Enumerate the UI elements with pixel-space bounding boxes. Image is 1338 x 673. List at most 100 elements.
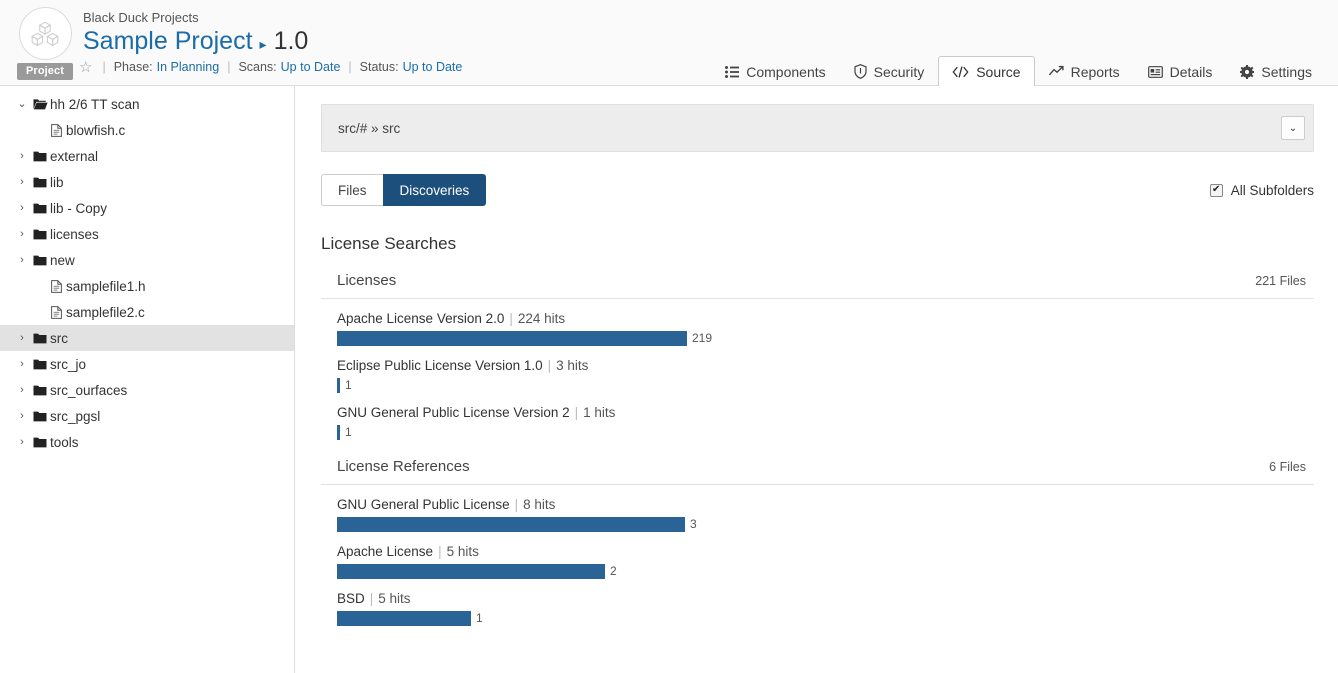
phase-value[interactable]: In Planning	[157, 60, 220, 74]
avatar	[19, 7, 72, 60]
folder-open-icon	[30, 98, 50, 110]
tree-node-label: src	[50, 331, 68, 346]
license-bar[interactable]	[337, 611, 471, 626]
license-name[interactable]: Apache License	[337, 544, 433, 559]
checkbox-icon[interactable]: ✔	[1210, 184, 1223, 197]
chevron-right-icon[interactable]: ›	[14, 229, 30, 240]
folder-icon	[30, 410, 50, 422]
license-bar-value: 1	[476, 611, 483, 626]
tree-node-samplefile2-c[interactable]: samplefile2.c	[0, 299, 294, 325]
license-bar[interactable]	[337, 378, 340, 393]
path-breadcrumb: src/# » src	[338, 121, 400, 136]
license-label: Apache License|5 hits	[337, 544, 1306, 559]
view-tab-group: Files Discoveries	[321, 174, 486, 206]
tree-node-src[interactable]: › src	[0, 325, 294, 351]
project-type-badge: Project	[17, 63, 73, 80]
license-bar[interactable]	[337, 564, 605, 579]
license-bar-line: 1	[337, 611, 1306, 626]
project-avatar-block: Project	[14, 7, 76, 80]
all-subfolders-label: All Subfolders	[1231, 183, 1314, 198]
scans-label: Scans:	[238, 60, 276, 74]
tab-source[interactable]: Source	[938, 56, 1034, 86]
card-icon	[1148, 66, 1163, 78]
chevron-right-icon[interactable]: ›	[14, 151, 30, 162]
tab-reports[interactable]: Reports	[1035, 56, 1134, 86]
status-label: Status:	[360, 60, 399, 74]
chevron-down-icon[interactable]: ⌄	[1281, 116, 1305, 140]
page-title: Sample Project ▸ 1.0	[83, 26, 308, 59]
file-tree-sidebar[interactable]: ⌄hh 2/6 TT scanblowfish.c›external›lib›l…	[0, 86, 295, 673]
license-name[interactable]: Apache License Version 2.0	[337, 311, 504, 326]
tree-node-new[interactable]: ›new	[0, 247, 294, 273]
license-bar[interactable]	[337, 425, 340, 440]
folder-icon	[30, 150, 50, 162]
tab-settings[interactable]: Settings	[1226, 56, 1326, 86]
tab-components[interactable]: Components	[711, 56, 839, 86]
tab-discoveries[interactable]: Discoveries	[383, 174, 487, 206]
chevron-right-icon[interactable]: ›	[14, 385, 30, 396]
panel-header: License References6 Files	[321, 458, 1314, 485]
license-label: GNU General Public License | 8 hits	[337, 497, 1306, 512]
license-hits: 5 hits	[378, 591, 410, 606]
license-label: GNU General Public License Version 2|1 h…	[337, 405, 1306, 420]
scans-value[interactable]: Up to Date	[281, 60, 341, 74]
chart-icon	[1049, 65, 1064, 78]
all-subfolders-toggle[interactable]: ✔ All Subfolders	[1210, 183, 1314, 198]
panel-license-references: License References6 FilesGNU General Pub…	[321, 458, 1314, 626]
license-name[interactable]: Eclipse Public License Version 1.0	[337, 358, 543, 373]
chevron-right-icon[interactable]: ›	[14, 203, 30, 214]
license-bar-value: 3	[690, 517, 697, 532]
tab-label: Components	[746, 64, 825, 80]
folder-icon	[30, 176, 50, 188]
project-meta-row: ☆ | Phase: In Planning | Scans: Up to Da…	[79, 58, 462, 76]
license-bar-line: 3	[337, 517, 1306, 532]
tab-details[interactable]: Details	[1134, 56, 1227, 86]
license-hits: 8 hits	[523, 497, 555, 512]
file-icon	[46, 280, 66, 293]
tree-node-lib-copy[interactable]: › lib - Copy	[0, 195, 294, 221]
tab-files[interactable]: Files	[321, 174, 383, 206]
tree-node-samplefile1-h[interactable]: samplefile1.h	[0, 273, 294, 299]
meta-pipe-3: |	[348, 60, 351, 74]
license-name[interactable]: GNU General Public License	[337, 497, 510, 512]
license-name[interactable]: GNU General Public License Version 2	[337, 405, 570, 420]
chevron-right-icon[interactable]: ›	[14, 437, 30, 448]
chevron-right-icon[interactable]: ›	[14, 177, 30, 188]
tree-node-hh-2-6-tt-scan[interactable]: ⌄hh 2/6 TT scan	[0, 91, 294, 117]
tab-security[interactable]: Security	[840, 56, 939, 86]
tree-node-label: external	[50, 149, 98, 164]
tree-node-tools[interactable]: ›tools	[0, 429, 294, 455]
panel-body: GNU General Public License | 8 hits 3 Apache…	[321, 485, 1314, 626]
chevron-right-icon[interactable]: ›	[14, 255, 30, 266]
breadcrumb[interactable]: Black Duck Projects	[83, 10, 308, 25]
tree-node-src-ourfaces[interactable]: ›src_ourfaces	[0, 377, 294, 403]
chevron-right-icon[interactable]: ›	[14, 411, 30, 422]
path-bar[interactable]: src/# » src ⌄	[321, 104, 1314, 152]
license-row: Apache License Version 2.0|224 hits219	[337, 299, 1306, 346]
label-separator: |	[548, 358, 552, 373]
license-bar[interactable]	[337, 517, 685, 532]
chevron-down-icon[interactable]: ⌄	[14, 99, 30, 110]
app-header: Project Black Duck Projects Sample Proje…	[0, 0, 1338, 86]
tree-node-src-pgsl[interactable]: ›src_pgsl	[0, 403, 294, 429]
tree-node-label: lib - Copy	[50, 201, 107, 216]
chevron-right-icon[interactable]: ›	[14, 359, 30, 370]
tree-node-lib[interactable]: ›lib	[0, 169, 294, 195]
tree-node-blowfish-c[interactable]: blowfish.c	[0, 117, 294, 143]
project-name[interactable]: Sample Project	[83, 26, 253, 56]
meta-pipe-2: |	[227, 60, 230, 74]
favorite-star-icon[interactable]: ☆	[79, 58, 92, 76]
folder-icon	[30, 358, 50, 370]
phase-label: Phase:	[114, 60, 153, 74]
license-row: BSD|5 hits1	[337, 579, 1306, 626]
file-icon	[46, 124, 66, 137]
list-icon	[725, 66, 739, 78]
tree-node-src-jo[interactable]: ›src_jo	[0, 351, 294, 377]
tree-node-external[interactable]: › external	[0, 143, 294, 169]
chevron-right-icon[interactable]: ›	[14, 333, 30, 344]
license-name[interactable]: BSD	[337, 591, 365, 606]
tree-node-licenses[interactable]: ›licenses	[0, 221, 294, 247]
license-bar[interactable]	[337, 331, 687, 346]
label-separator: |	[515, 497, 519, 512]
status-value[interactable]: Up to Date	[403, 60, 463, 74]
